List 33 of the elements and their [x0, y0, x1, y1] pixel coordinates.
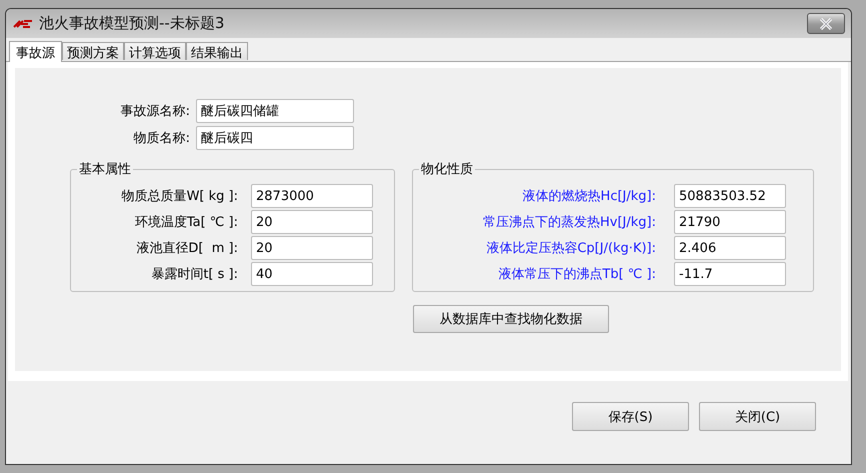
lookup-button[interactable]: 从数据库中查找物化数据	[413, 305, 609, 333]
window-title: 池火事故模型预测--未标题3	[39, 14, 226, 33]
input-field[interactable]: 2873000	[251, 184, 373, 208]
field-label: 常压沸点下的蒸发热Hv[J/kg]:	[482, 214, 656, 231]
input-field[interactable]: -11.7	[674, 262, 786, 286]
field-label: 环境温度Ta[ ℃ ]:	[134, 214, 238, 231]
input-field[interactable]: 40	[251, 262, 373, 286]
field-label: 液体常压下的沸点Tb[ ℃ ]:	[497, 266, 656, 283]
dialog-button[interactable]: 保存(S)	[572, 402, 689, 431]
field-label: 暴露时间t[ s ]:	[150, 266, 238, 283]
dialog-button[interactable]: 关闭(C)	[699, 402, 816, 431]
input-field[interactable]: 醚后碳四储罐	[196, 99, 354, 123]
close-button[interactable]	[807, 13, 845, 34]
close-icon	[818, 18, 834, 30]
input-field[interactable]: 20	[251, 210, 373, 234]
field-label: 物质总质量W[ kg ]:	[120, 188, 238, 205]
field-label: 事故源名称:	[120, 103, 190, 120]
field-label: 物质名称:	[132, 130, 190, 147]
field-label: 液池直径D[ m ]:	[135, 240, 238, 257]
input-field[interactable]: 21790	[674, 210, 786, 234]
field-label: 液体比定压热容Cp[J/(kg·K)]:	[485, 240, 656, 257]
group-title: 基本属性	[78, 161, 132, 178]
group-title: 物化性质	[420, 161, 474, 178]
input-field[interactable]: 2.406	[674, 236, 786, 260]
tab[interactable]: 计算选项	[124, 42, 186, 60]
input-field[interactable]: 醚后碳四	[196, 126, 354, 150]
input-field[interactable]: 20	[251, 236, 373, 260]
tab[interactable]: 结果输出	[186, 42, 248, 60]
input-field[interactable]: 50883503.52	[674, 184, 786, 208]
tab[interactable]: 预测方案	[62, 42, 124, 60]
field-label: 液体的燃烧热Hc[J/kg]:	[522, 188, 656, 205]
app-logo-icon	[13, 18, 33, 28]
tab[interactable]: 事故源	[9, 41, 62, 62]
